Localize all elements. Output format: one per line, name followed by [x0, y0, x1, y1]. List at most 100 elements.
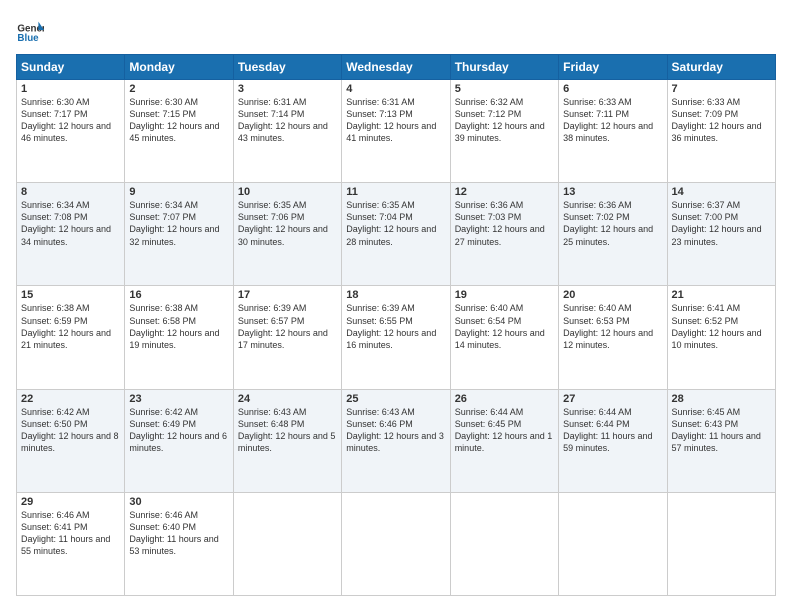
day-number: 28 — [672, 393, 771, 405]
day-info: Sunrise: 6:46 AM Sunset: 6:40 PM Dayligh… — [129, 509, 228, 558]
day-number: 1 — [21, 83, 120, 95]
day-number: 30 — [129, 496, 228, 508]
day-number: 4 — [346, 83, 445, 95]
calendar-cell: 27 Sunrise: 6:44 AM Sunset: 6:44 PM Dayl… — [559, 389, 667, 492]
day-info: Sunrise: 6:45 AM Sunset: 6:43 PM Dayligh… — [672, 406, 771, 455]
calendar-cell: 8 Sunrise: 6:34 AM Sunset: 7:08 PM Dayli… — [17, 183, 125, 286]
calendar: SundayMondayTuesdayWednesdayThursdayFrid… — [16, 54, 776, 596]
calendar-cell: 25 Sunrise: 6:43 AM Sunset: 6:46 PM Dayl… — [342, 389, 450, 492]
day-info: Sunrise: 6:35 AM Sunset: 7:04 PM Dayligh… — [346, 199, 445, 248]
day-number: 17 — [238, 289, 337, 301]
day-number: 15 — [21, 289, 120, 301]
calendar-cell — [342, 492, 450, 595]
calendar-cell: 28 Sunrise: 6:45 AM Sunset: 6:43 PM Dayl… — [667, 389, 775, 492]
day-info: Sunrise: 6:44 AM Sunset: 6:45 PM Dayligh… — [455, 406, 554, 455]
calendar-cell: 1 Sunrise: 6:30 AM Sunset: 7:17 PM Dayli… — [17, 80, 125, 183]
day-info: Sunrise: 6:40 AM Sunset: 6:53 PM Dayligh… — [563, 302, 662, 351]
weekday-header: Friday — [559, 55, 667, 80]
day-number: 6 — [563, 83, 662, 95]
weekday-header: Sunday — [17, 55, 125, 80]
day-info: Sunrise: 6:43 AM Sunset: 6:48 PM Dayligh… — [238, 406, 337, 455]
calendar-cell: 7 Sunrise: 6:33 AM Sunset: 7:09 PM Dayli… — [667, 80, 775, 183]
logo: General Blue — [16, 16, 48, 44]
calendar-cell: 23 Sunrise: 6:42 AM Sunset: 6:49 PM Dayl… — [125, 389, 233, 492]
calendar-week-row: 15 Sunrise: 6:38 AM Sunset: 6:59 PM Dayl… — [17, 286, 776, 389]
calendar-week-row: 8 Sunrise: 6:34 AM Sunset: 7:08 PM Dayli… — [17, 183, 776, 286]
calendar-cell: 13 Sunrise: 6:36 AM Sunset: 7:02 PM Dayl… — [559, 183, 667, 286]
day-info: Sunrise: 6:42 AM Sunset: 6:50 PM Dayligh… — [21, 406, 120, 455]
day-info: Sunrise: 6:31 AM Sunset: 7:13 PM Dayligh… — [346, 96, 445, 145]
day-number: 19 — [455, 289, 554, 301]
day-number: 20 — [563, 289, 662, 301]
day-number: 3 — [238, 83, 337, 95]
day-number: 14 — [672, 186, 771, 198]
day-info: Sunrise: 6:44 AM Sunset: 6:44 PM Dayligh… — [563, 406, 662, 455]
day-number: 10 — [238, 186, 337, 198]
calendar-cell: 5 Sunrise: 6:32 AM Sunset: 7:12 PM Dayli… — [450, 80, 558, 183]
calendar-cell: 15 Sunrise: 6:38 AM Sunset: 6:59 PM Dayl… — [17, 286, 125, 389]
calendar-cell: 12 Sunrise: 6:36 AM Sunset: 7:03 PM Dayl… — [450, 183, 558, 286]
day-info: Sunrise: 6:37 AM Sunset: 7:00 PM Dayligh… — [672, 199, 771, 248]
day-number: 11 — [346, 186, 445, 198]
calendar-cell: 10 Sunrise: 6:35 AM Sunset: 7:06 PM Dayl… — [233, 183, 341, 286]
day-info: Sunrise: 6:38 AM Sunset: 6:59 PM Dayligh… — [21, 302, 120, 351]
day-info: Sunrise: 6:34 AM Sunset: 7:07 PM Dayligh… — [129, 199, 228, 248]
weekday-header: Thursday — [450, 55, 558, 80]
weekday-header: Wednesday — [342, 55, 450, 80]
calendar-cell: 19 Sunrise: 6:40 AM Sunset: 6:54 PM Dayl… — [450, 286, 558, 389]
day-info: Sunrise: 6:31 AM Sunset: 7:14 PM Dayligh… — [238, 96, 337, 145]
calendar-cell: 26 Sunrise: 6:44 AM Sunset: 6:45 PM Dayl… — [450, 389, 558, 492]
calendar-week-row: 29 Sunrise: 6:46 AM Sunset: 6:41 PM Dayl… — [17, 492, 776, 595]
day-number: 7 — [672, 83, 771, 95]
day-info: Sunrise: 6:36 AM Sunset: 7:03 PM Dayligh… — [455, 199, 554, 248]
calendar-cell — [559, 492, 667, 595]
day-info: Sunrise: 6:30 AM Sunset: 7:17 PM Dayligh… — [21, 96, 120, 145]
day-info: Sunrise: 6:35 AM Sunset: 7:06 PM Dayligh… — [238, 199, 337, 248]
day-number: 24 — [238, 393, 337, 405]
calendar-week-row: 22 Sunrise: 6:42 AM Sunset: 6:50 PM Dayl… — [17, 389, 776, 492]
day-info: Sunrise: 6:38 AM Sunset: 6:58 PM Dayligh… — [129, 302, 228, 351]
day-number: 16 — [129, 289, 228, 301]
day-number: 25 — [346, 393, 445, 405]
day-info: Sunrise: 6:30 AM Sunset: 7:15 PM Dayligh… — [129, 96, 228, 145]
calendar-cell — [233, 492, 341, 595]
calendar-cell: 20 Sunrise: 6:40 AM Sunset: 6:53 PM Dayl… — [559, 286, 667, 389]
day-info: Sunrise: 6:33 AM Sunset: 7:09 PM Dayligh… — [672, 96, 771, 145]
svg-text:Blue: Blue — [17, 33, 39, 44]
day-number: 9 — [129, 186, 228, 198]
calendar-cell: 16 Sunrise: 6:38 AM Sunset: 6:58 PM Dayl… — [125, 286, 233, 389]
calendar-cell: 6 Sunrise: 6:33 AM Sunset: 7:11 PM Dayli… — [559, 80, 667, 183]
day-number: 21 — [672, 289, 771, 301]
weekday-header: Tuesday — [233, 55, 341, 80]
day-number: 18 — [346, 289, 445, 301]
weekday-header: Saturday — [667, 55, 775, 80]
day-number: 12 — [455, 186, 554, 198]
day-info: Sunrise: 6:40 AM Sunset: 6:54 PM Dayligh… — [455, 302, 554, 351]
calendar-cell: 2 Sunrise: 6:30 AM Sunset: 7:15 PM Dayli… — [125, 80, 233, 183]
calendar-cell: 9 Sunrise: 6:34 AM Sunset: 7:07 PM Dayli… — [125, 183, 233, 286]
day-info: Sunrise: 6:39 AM Sunset: 6:55 PM Dayligh… — [346, 302, 445, 351]
calendar-cell: 30 Sunrise: 6:46 AM Sunset: 6:40 PM Dayl… — [125, 492, 233, 595]
calendar-cell: 29 Sunrise: 6:46 AM Sunset: 6:41 PM Dayl… — [17, 492, 125, 595]
calendar-cell — [667, 492, 775, 595]
calendar-cell: 14 Sunrise: 6:37 AM Sunset: 7:00 PM Dayl… — [667, 183, 775, 286]
day-number: 29 — [21, 496, 120, 508]
day-info: Sunrise: 6:42 AM Sunset: 6:49 PM Dayligh… — [129, 406, 228, 455]
calendar-cell: 3 Sunrise: 6:31 AM Sunset: 7:14 PM Dayli… — [233, 80, 341, 183]
calendar-cell — [450, 492, 558, 595]
calendar-cell: 22 Sunrise: 6:42 AM Sunset: 6:50 PM Dayl… — [17, 389, 125, 492]
day-number: 26 — [455, 393, 554, 405]
calendar-header-row: SundayMondayTuesdayWednesdayThursdayFrid… — [17, 55, 776, 80]
calendar-week-row: 1 Sunrise: 6:30 AM Sunset: 7:17 PM Dayli… — [17, 80, 776, 183]
day-info: Sunrise: 6:46 AM Sunset: 6:41 PM Dayligh… — [21, 509, 120, 558]
day-number: 8 — [21, 186, 120, 198]
day-info: Sunrise: 6:32 AM Sunset: 7:12 PM Dayligh… — [455, 96, 554, 145]
day-number: 2 — [129, 83, 228, 95]
day-info: Sunrise: 6:34 AM Sunset: 7:08 PM Dayligh… — [21, 199, 120, 248]
day-info: Sunrise: 6:41 AM Sunset: 6:52 PM Dayligh… — [672, 302, 771, 351]
calendar-cell: 21 Sunrise: 6:41 AM Sunset: 6:52 PM Dayl… — [667, 286, 775, 389]
day-number: 13 — [563, 186, 662, 198]
day-info: Sunrise: 6:36 AM Sunset: 7:02 PM Dayligh… — [563, 199, 662, 248]
day-number: 5 — [455, 83, 554, 95]
day-number: 22 — [21, 393, 120, 405]
